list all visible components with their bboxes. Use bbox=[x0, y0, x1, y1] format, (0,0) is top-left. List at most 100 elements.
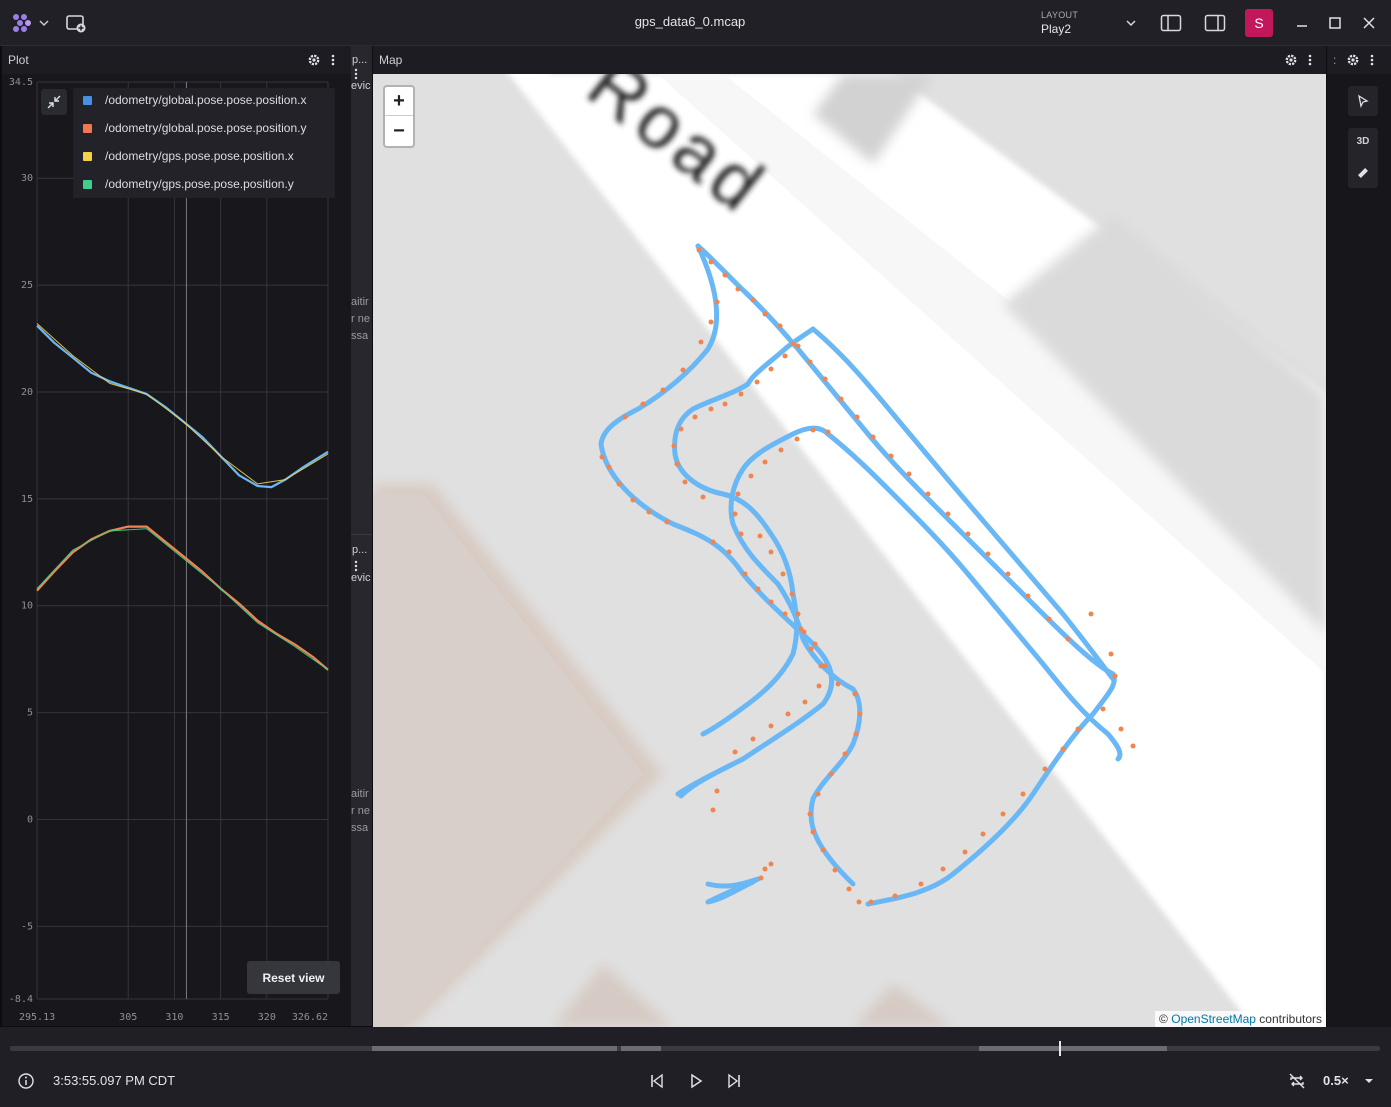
strip-msg-line: r ne bbox=[351, 313, 370, 325]
seek-backward-button[interactable] bbox=[647, 1071, 667, 1091]
select-tool-button[interactable] bbox=[1348, 86, 1378, 116]
openstreetmap-link[interactable]: OpenStreetMap bbox=[1171, 1012, 1256, 1026]
close-icon bbox=[1363, 17, 1375, 29]
legend-item[interactable]: /odometry/gps.pose.pose.position.y bbox=[83, 170, 294, 198]
gear-icon[interactable] bbox=[1284, 53, 1298, 67]
more-vertical-icon[interactable] bbox=[1308, 53, 1312, 67]
add-panel-icon bbox=[66, 15, 86, 33]
divider bbox=[351, 534, 372, 535]
collapse-legend-button[interactable] bbox=[41, 89, 67, 115]
layout-name: Play2 bbox=[1041, 22, 1072, 36]
y-tick-label: 20 bbox=[21, 387, 33, 398]
legend-label: /odometry/gps.pose.pose.position.x bbox=[105, 149, 294, 163]
y-tick-label: 10 bbox=[21, 601, 33, 612]
plot-panel-actions bbox=[307, 46, 335, 74]
info-icon bbox=[18, 1073, 34, 1089]
more-vertical-icon[interactable] bbox=[354, 68, 358, 80]
y-tick-label: 25 bbox=[21, 280, 33, 291]
reset-view-button[interactable]: Reset view bbox=[247, 961, 340, 994]
current-time[interactable]: 3:53:55.097 PM CDT bbox=[53, 1073, 175, 1088]
y-tick-label: 34.5 bbox=[9, 77, 33, 88]
legend-item[interactable]: /odometry/global.pose.pose.position.y bbox=[83, 114, 306, 142]
app-menu-button[interactable] bbox=[8, 10, 52, 36]
zoom-control: + − bbox=[383, 85, 415, 148]
minimize-icon bbox=[1297, 25, 1307, 27]
more-vertical-icon[interactable] bbox=[1370, 53, 1374, 67]
more-vertical-icon[interactable] bbox=[331, 53, 335, 67]
timeline-loaded-range bbox=[621, 1046, 661, 1051]
maximize-icon bbox=[1329, 17, 1341, 29]
add-panel-button[interactable] bbox=[64, 11, 88, 35]
legend-swatch bbox=[83, 123, 92, 133]
plot-legend: /odometry/global.pose.pose.position.x /o… bbox=[73, 88, 335, 198]
play-button[interactable] bbox=[686, 1071, 706, 1091]
left-sidebar-icon bbox=[1160, 14, 1182, 32]
info-button[interactable] bbox=[17, 1072, 35, 1090]
x-tick-label: 326.62 bbox=[292, 1012, 328, 1023]
strip-panel-title-top: p... bbox=[352, 54, 368, 66]
plot-panel-header: Plot bbox=[2, 46, 351, 74]
loop-toggle-button[interactable] bbox=[1287, 1071, 1307, 1091]
playback-bar bbox=[0, 1027, 1391, 1107]
skip-back-icon bbox=[651, 1073, 663, 1089]
ruler-icon[interactable] bbox=[1356, 166, 1370, 180]
more-vertical-icon[interactable] bbox=[354, 560, 358, 572]
close-window-button[interactable] bbox=[1357, 11, 1381, 35]
timeline-playhead[interactable] bbox=[1059, 1041, 1061, 1056]
legend-swatch bbox=[83, 95, 92, 105]
map-panel-actions bbox=[1284, 46, 1312, 74]
series-line bbox=[36, 528, 329, 671]
3d-panel-canvas[interactable] bbox=[1327, 74, 1391, 1027]
y-tick-label: 0 bbox=[27, 814, 33, 825]
seek-forward-button[interactable] bbox=[724, 1071, 744, 1091]
plot-panel-title: Plot bbox=[8, 53, 29, 67]
timeline-scrubber[interactable] bbox=[10, 1041, 1380, 1056]
strip-msg-line: ssa bbox=[351, 330, 369, 342]
3d-toggle-button[interactable]: 3D bbox=[1357, 136, 1370, 147]
y-tick-label: 30 bbox=[21, 173, 33, 184]
right-panel-title: : bbox=[1333, 53, 1337, 67]
gear-icon[interactable] bbox=[307, 53, 321, 67]
user-avatar[interactable]: S bbox=[1245, 9, 1273, 37]
loop-off-icon bbox=[1289, 1073, 1305, 1089]
app-logo-icon bbox=[13, 14, 31, 32]
chevron-down-icon[interactable] bbox=[1364, 1076, 1374, 1086]
playback-speed[interactable]: 0.5× bbox=[1323, 1073, 1349, 1088]
zoom-in-button[interactable]: + bbox=[385, 87, 413, 116]
strip-panel-sub-bottom: evic bbox=[351, 572, 371, 584]
cursor-icon bbox=[1358, 94, 1369, 108]
maximize-window-button[interactable] bbox=[1323, 11, 1347, 35]
x-tick-label: 295.13 bbox=[19, 1012, 55, 1023]
collapse-icon bbox=[47, 95, 61, 109]
legend-item[interactable]: /odometry/gps.pose.pose.position.x bbox=[83, 142, 294, 170]
toggle-right-sidebar-button[interactable] bbox=[1203, 11, 1227, 35]
zoom-out-button[interactable]: − bbox=[385, 117, 413, 146]
gear-icon[interactable] bbox=[1346, 53, 1360, 67]
strip-msg-line: ssa bbox=[351, 822, 369, 834]
attribution-suffix: contributors bbox=[1259, 1012, 1322, 1026]
strip-panel-sub-top: evic bbox=[351, 80, 371, 92]
map-panel-title: Map bbox=[379, 53, 403, 67]
chevron-down-icon bbox=[1126, 20, 1136, 27]
map-panel-header: Map bbox=[373, 46, 1326, 74]
plot-chart[interactable]: 34.5 30 25 20 15 10 5 0 -5 -8.4 295.13 305 310 315 320… bbox=[2, 74, 351, 1026]
legend-item[interactable]: /odometry/global.pose.pose.position.x bbox=[83, 86, 306, 114]
x-tick-label: 315 bbox=[212, 1012, 230, 1023]
chevron-down-icon bbox=[39, 20, 49, 27]
copyright-symbol: © bbox=[1159, 1012, 1168, 1026]
play-icon bbox=[691, 1073, 703, 1089]
timeline-loaded-range bbox=[979, 1046, 1167, 1051]
minimize-window-button[interactable] bbox=[1290, 11, 1314, 35]
layout-selector[interactable]: LAYOUT Play2 bbox=[1036, 6, 1140, 40]
strip-msg-line: aitir bbox=[351, 788, 369, 800]
toggle-left-sidebar-button[interactable] bbox=[1159, 11, 1183, 35]
map-attribution: © OpenStreetMap contributors bbox=[1155, 1011, 1326, 1027]
legend-swatch bbox=[83, 179, 92, 189]
skip-forward-icon bbox=[728, 1073, 740, 1089]
x-tick-label: 310 bbox=[165, 1012, 183, 1023]
legend-label: /odometry/global.pose.pose.position.x bbox=[105, 93, 307, 107]
view-tools-group: 3D bbox=[1348, 128, 1378, 188]
strip-msg-line: aitir bbox=[351, 296, 369, 308]
map-canvas[interactable]: Road bbox=[373, 74, 1326, 1027]
y-tick-label: -8.4 bbox=[9, 994, 33, 1005]
